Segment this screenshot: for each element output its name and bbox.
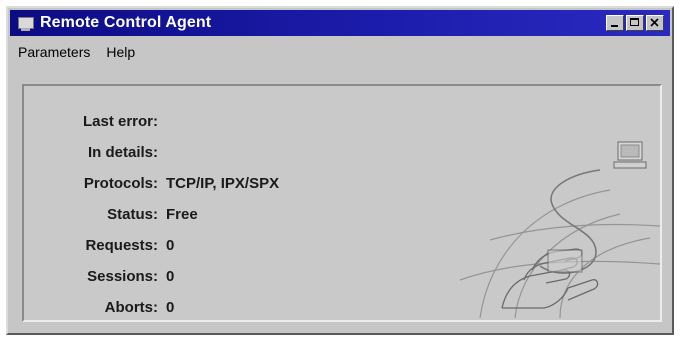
status-rows: Last error: In details: Protocols: TCP/I…	[24, 106, 279, 320]
computer-illustration	[613, 141, 647, 169]
row-aborts: Aborts: 0	[24, 292, 279, 320]
requests-label: Requests:	[85, 237, 158, 254]
status-panel: Last error: In details: Protocols: TCP/I…	[22, 84, 662, 322]
menu-help[interactable]: Help	[98, 44, 143, 60]
close-glyph	[650, 18, 659, 27]
hand-globe-computer-illustration	[459, 141, 660, 319]
aborts-value: 0	[166, 299, 175, 316]
status-label: Status:	[107, 206, 158, 223]
menu-bar: Parameters Help	[10, 40, 670, 64]
row-protocols: Protocols: TCP/IP, IPX/SPX	[24, 168, 279, 199]
protocols-label: Protocols:	[83, 175, 158, 192]
row-last-error: Last error:	[24, 106, 279, 137]
sessions-label: Sessions:	[87, 268, 158, 285]
sessions-value: 0	[166, 268, 175, 285]
title-bar[interactable]: Remote Control Agent	[10, 10, 670, 36]
row-requests: Requests: 0	[24, 230, 279, 261]
last-error-label: Last error:	[82, 113, 158, 130]
status-value: Free	[166, 206, 198, 223]
computer-icon[interactable]	[16, 15, 34, 31]
close-icon[interactable]	[646, 15, 664, 31]
aborts-label: Aborts:	[104, 299, 158, 316]
window-title: Remote Control Agent	[40, 14, 212, 31]
row-in-details: In details:	[24, 137, 279, 168]
row-sessions: Sessions: 0	[24, 261, 279, 292]
app-window: Remote Control Agent Parameters Help Las…	[6, 6, 674, 335]
maximize-icon[interactable]	[626, 15, 644, 31]
row-status: Status: Free	[24, 199, 279, 230]
protocols-value: TCP/IP, IPX/SPX	[166, 175, 280, 192]
in-details-label: In details:	[87, 144, 158, 161]
window-controls	[606, 15, 664, 31]
menu-parameters[interactable]: Parameters	[10, 44, 98, 60]
minimize-icon[interactable]	[606, 15, 624, 31]
requests-value: 0	[166, 237, 175, 254]
